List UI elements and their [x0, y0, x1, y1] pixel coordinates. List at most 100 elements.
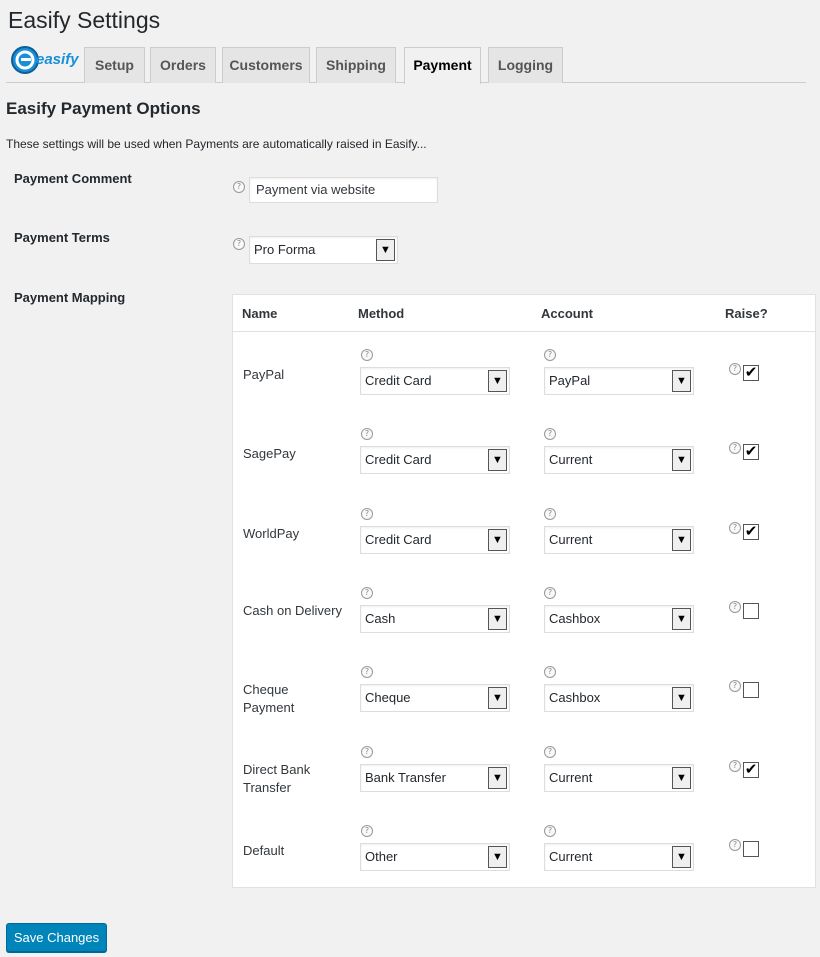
table-row: WorldPay? Credit Card ▼? Current ▼? ✔	[233, 491, 815, 570]
account-help-icon[interactable]: ?	[544, 508, 556, 520]
row-name-direct-bank-transfer: Direct Bank Transfer	[243, 762, 311, 795]
method-select-sagepay[interactable]: Credit Card ▼	[360, 446, 510, 474]
row-name-default: Default	[243, 843, 285, 858]
account-select-cheque-payment[interactable]: Cashbox ▼	[544, 684, 694, 712]
method-help-icon[interactable]: ?	[361, 428, 373, 440]
logo-text: easify	[36, 51, 79, 68]
method-value: Credit Card	[365, 532, 432, 547]
method-value: Credit Card	[365, 373, 432, 388]
tab-payment[interactable]: Payment	[404, 47, 481, 84]
method-help-icon[interactable]: ?	[361, 508, 373, 520]
table-row: Cheque Payment? Cheque ▼? Cashbox ▼?	[233, 649, 815, 728]
account-value: Current	[549, 532, 593, 547]
account-select-default[interactable]: Current ▼	[544, 843, 694, 871]
method-help-icon[interactable]: ?	[361, 746, 373, 758]
raise-checkbox-worldpay[interactable]: ✔	[743, 524, 759, 540]
row-name-sagepay: SagePay	[243, 446, 296, 461]
raise-help-icon[interactable]: ?	[729, 601, 741, 613]
account-value: Current	[549, 452, 593, 467]
chevron-down-icon: ▼	[672, 449, 691, 471]
page-title: Easify Settings	[8, 7, 161, 33]
method-help-icon[interactable]: ?	[361, 349, 373, 361]
chevron-down-icon: ▼	[672, 370, 691, 392]
payment-terms-value: Pro Forma	[254, 242, 316, 257]
chevron-down-icon: ▼	[376, 239, 395, 261]
column-header-name: Name	[242, 306, 278, 321]
payment-mapping-table: Name Method Account Raise? PayPal? Credit…	[232, 294, 816, 888]
method-select-direct-bank-transfer[interactable]: Bank Transfer ▼	[360, 764, 510, 792]
chevron-down-icon: ▼	[488, 846, 507, 868]
account-help-icon[interactable]: ?	[544, 825, 556, 837]
raise-checkbox-direct-bank-transfer[interactable]: ✔	[743, 762, 759, 778]
method-select-default[interactable]: Other ▼	[360, 843, 510, 871]
account-help-icon[interactable]: ?	[544, 746, 556, 758]
account-value: Current	[549, 770, 593, 785]
payment-terms-help-icon[interactable]: ?	[233, 238, 245, 250]
account-select-cash-on-delivery[interactable]: Cashbox ▼	[544, 605, 694, 633]
method-value: Cash	[365, 611, 396, 626]
account-select-direct-bank-transfer[interactable]: Current ▼	[544, 764, 694, 792]
account-help-icon[interactable]: ?	[544, 349, 556, 361]
row-name-worldpay: WorldPay	[243, 526, 300, 541]
method-select-cash-on-delivery[interactable]: Cash ▼	[360, 605, 510, 633]
payment-comment-input[interactable]: Payment via website	[249, 177, 438, 203]
method-select-cheque-payment[interactable]: Cheque ▼	[360, 684, 510, 712]
section-title: Easify Payment Options	[6, 99, 201, 118]
raise-checkbox-cash-on-delivery[interactable]	[743, 603, 759, 619]
row-name-cash-on-delivery: Cash on Delivery	[243, 603, 342, 618]
account-help-icon[interactable]: ?	[544, 587, 556, 599]
column-header-account: Account	[541, 306, 593, 321]
account-value: Cashbox	[549, 611, 601, 626]
raise-help-icon[interactable]: ?	[729, 760, 741, 772]
save-changes-button[interactable]: Save Changes	[6, 923, 107, 952]
column-header-raise: Raise?	[725, 306, 768, 321]
tab-customers[interactable]: Customers	[222, 47, 310, 83]
method-help-icon[interactable]: ?	[361, 666, 373, 678]
method-select-paypal[interactable]: Credit Card ▼	[360, 367, 510, 395]
tab-orders[interactable]: Orders	[150, 47, 216, 83]
row-name-cheque-payment: Cheque Payment	[243, 682, 295, 715]
raise-checkbox-default[interactable]	[743, 841, 759, 857]
method-select-worldpay[interactable]: Credit Card ▼	[360, 526, 510, 554]
tab-shipping[interactable]: Shipping	[316, 47, 396, 83]
raise-help-icon[interactable]: ?	[729, 522, 741, 534]
raise-checkbox-cheque-payment[interactable]	[743, 682, 759, 698]
raise-help-icon[interactable]: ?	[729, 363, 741, 375]
chevron-down-icon: ▼	[488, 608, 507, 630]
method-value: Other	[365, 849, 398, 864]
account-help-icon[interactable]: ?	[544, 428, 556, 440]
raise-checkbox-sagepay[interactable]: ✔	[743, 444, 759, 460]
chevron-down-icon: ▼	[488, 449, 507, 471]
account-value: PayPal	[549, 373, 591, 388]
account-select-worldpay[interactable]: Current ▼	[544, 526, 694, 554]
payment-terms-select[interactable]: Pro Forma ▼	[249, 236, 398, 264]
method-value: Cheque	[365, 690, 411, 705]
account-help-icon[interactable]: ?	[544, 666, 556, 678]
raise-help-icon[interactable]: ?	[729, 839, 741, 851]
tab-logging[interactable]: Logging	[488, 47, 563, 83]
tab-setup[interactable]: Setup	[84, 47, 145, 83]
account-select-sagepay[interactable]: Current ▼	[544, 446, 694, 474]
tab-bar: easify Setup Orders Customers Shipping P…	[6, 44, 806, 84]
chevron-down-icon: ▼	[488, 687, 507, 709]
table-header: Name Method Account Raise?	[233, 295, 815, 332]
payment-terms-label: Payment Terms	[14, 230, 110, 245]
table-row: Default? Other ▼? Current ▼?	[233, 808, 815, 887]
payment-comment-label: Payment Comment	[14, 171, 132, 186]
chevron-down-icon: ▼	[672, 608, 691, 630]
raise-checkbox-paypal[interactable]: ✔	[743, 365, 759, 381]
easify-logo: easify	[11, 46, 79, 74]
chevron-down-icon: ▼	[488, 370, 507, 392]
raise-help-icon[interactable]: ?	[729, 680, 741, 692]
raise-help-icon[interactable]: ?	[729, 442, 741, 454]
account-value: Cashbox	[549, 690, 601, 705]
payment-comment-help-icon[interactable]: ?	[233, 181, 245, 193]
method-help-icon[interactable]: ?	[361, 825, 373, 837]
account-select-paypal[interactable]: PayPal ▼	[544, 367, 694, 395]
method-help-icon[interactable]: ?	[361, 587, 373, 599]
chevron-down-icon: ▼	[672, 767, 691, 789]
chevron-down-icon: ▼	[488, 529, 507, 551]
chevron-down-icon: ▼	[672, 846, 691, 868]
method-value: Credit Card	[365, 452, 432, 467]
intro-text: These settings will be used when Payment…	[6, 137, 427, 151]
